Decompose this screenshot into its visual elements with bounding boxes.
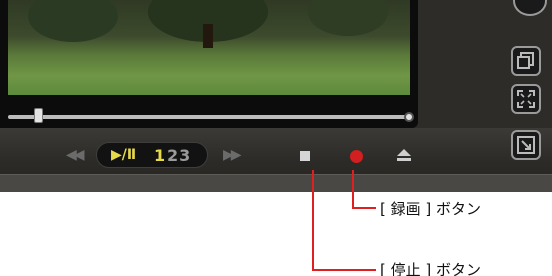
seek-end-marker <box>404 112 414 122</box>
eject-icon-bar <box>397 158 411 161</box>
tree-foliage <box>308 0 388 36</box>
window-button[interactable] <box>511 46 541 76</box>
stop-callout-line <box>312 269 376 271</box>
record-button[interactable] <box>350 150 363 163</box>
stop-button-callout: [ 停止 ] ボタン <box>380 261 482 276</box>
window-icon <box>517 52 534 69</box>
fullscreen-icon <box>517 90 535 108</box>
channel-1-button[interactable]: 1 <box>154 146 165 165</box>
resize-button[interactable] <box>511 130 541 160</box>
channel-23-buttons[interactable]: 23 <box>167 146 191 165</box>
rewind-icon[interactable]: ◀◀ <box>66 148 84 162</box>
eject-icon <box>397 149 411 156</box>
seek-thumb[interactable] <box>34 108 43 123</box>
seek-bar[interactable] <box>8 108 414 123</box>
round-button[interactable] <box>513 0 547 16</box>
record-button-callout: [ 録画 ] ボタン <box>380 200 482 218</box>
play-pause-button[interactable]: ▶/Ⅱ <box>111 147 136 163</box>
fast-forward-icon[interactable]: ▶▶ <box>223 148 241 162</box>
fullscreen-button[interactable] <box>511 84 541 114</box>
eject-button[interactable] <box>397 149 411 161</box>
stop-button[interactable] <box>300 151 310 161</box>
seek-track[interactable] <box>8 115 412 119</box>
record-callout-line <box>352 170 354 209</box>
tree-foliage <box>28 0 118 42</box>
video-player: ◀◀ ▶/Ⅱ 1 23 ▶▶ <box>0 0 552 192</box>
stop-callout-line <box>312 170 314 271</box>
video-display[interactable] <box>8 0 410 95</box>
record-callout-line <box>352 207 376 209</box>
tree-trunk <box>203 24 213 48</box>
resize-icon <box>517 136 535 154</box>
control-bar-edge <box>0 174 552 192</box>
video-frame <box>0 0 418 128</box>
